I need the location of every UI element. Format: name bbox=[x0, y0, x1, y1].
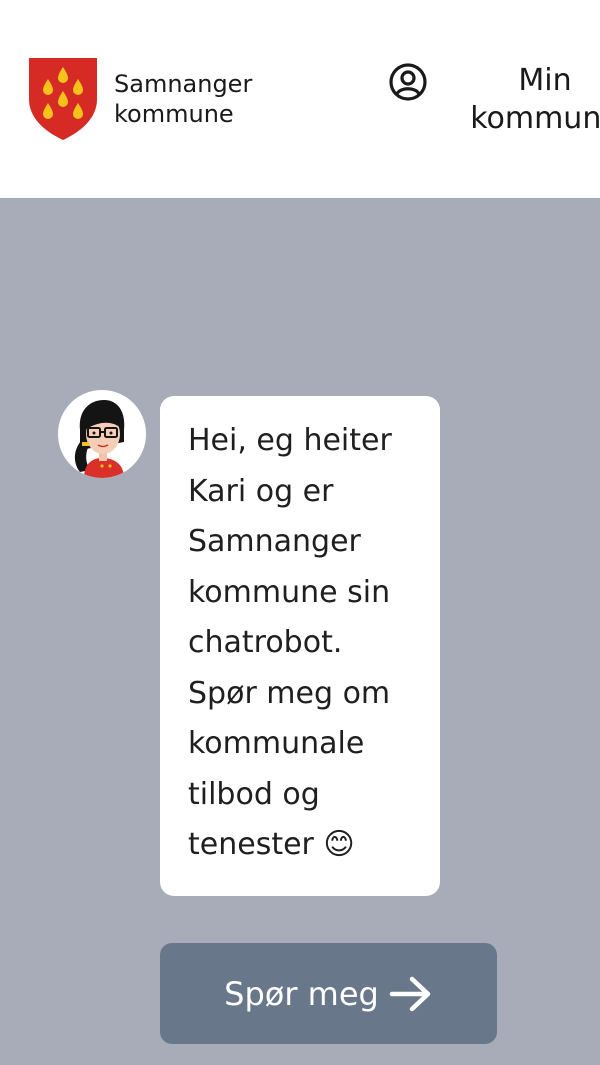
message-line: tilbod og bbox=[188, 776, 320, 812]
message-line: Spør meg om bbox=[188, 675, 391, 711]
message-line: kommunale bbox=[188, 726, 365, 761]
message-line: tenester 😊 bbox=[188, 827, 355, 862]
my-area-line-1: Min bbox=[518, 63, 572, 98]
brand-name: Samnanger kommune bbox=[114, 69, 252, 129]
message-line: Samnanger bbox=[188, 524, 361, 559]
user-circle-icon bbox=[389, 63, 427, 101]
site-header: Samnanger kommune Min kommune bbox=[0, 0, 600, 198]
chat-message-bubble: Hei, eg heiter Kari og er Samnanger komm… bbox=[160, 396, 440, 896]
chatbot-avatar bbox=[58, 390, 146, 478]
coat-of-arms-icon bbox=[29, 58, 97, 140]
ask-me-button[interactable]: Spør meg bbox=[160, 943, 497, 1044]
brand-line-1: Samnanger bbox=[114, 70, 253, 98]
chatbot-section: Hei, eg heiter Kari og er Samnanger komm… bbox=[0, 198, 600, 1065]
arrow-right-icon bbox=[389, 976, 431, 1011]
chatbot-avatar-icon bbox=[58, 390, 146, 478]
chat-message-text: Hei, eg heiter Kari og er Samnanger komm… bbox=[188, 416, 416, 871]
message-line: Kari og er bbox=[188, 473, 334, 509]
brand-line-2: kommune bbox=[114, 100, 234, 128]
message-line: kommune sin bbox=[188, 574, 391, 610]
message-line: chatrobot. bbox=[188, 625, 343, 660]
home-logo-link[interactable]: Samnanger kommune bbox=[28, 57, 252, 141]
my-area-line-2: kommune bbox=[470, 101, 600, 136]
my-municipality-label: Min kommune bbox=[450, 62, 600, 138]
ask-me-label: Spør meg bbox=[224, 974, 379, 1013]
message-line: Hei, eg heiter bbox=[188, 423, 392, 458]
my-municipality-link[interactable]: Min kommune bbox=[388, 62, 600, 136]
